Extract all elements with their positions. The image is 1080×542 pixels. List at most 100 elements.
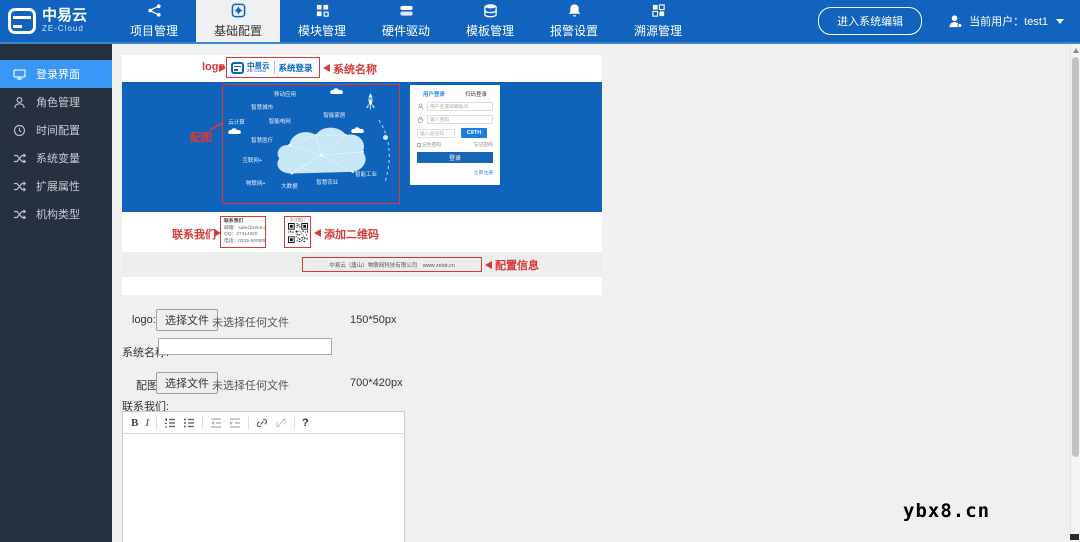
- system-name-input[interactable]: [158, 338, 332, 355]
- numbered-list-button[interactable]: [164, 417, 176, 429]
- preview-header: logo 中易云 ZE-Cloud 系统登录 系统名称: [122, 55, 602, 82]
- shuffle-icon: [13, 152, 26, 165]
- image-choose-file-button[interactable]: 选择文件: [156, 372, 218, 394]
- preview-tab-user-login: 用户登录: [423, 90, 445, 98]
- divider: [248, 416, 249, 429]
- planet-icon: [383, 135, 388, 140]
- scroll-up-arrow-icon[interactable]: [1073, 48, 1079, 53]
- preview-forgot-label: 忘记密码: [474, 141, 493, 148]
- indent-button[interactable]: [229, 417, 241, 429]
- preview-footer-box: 中易云（唐山）物联网科技有限公司 www.zeiot.cn: [302, 257, 482, 272]
- preview-captcha-field: 输入验证码: [417, 129, 455, 138]
- ze-cloud-logo-icon: [231, 62, 244, 74]
- nav-item-hardware[interactable]: 硬件驱动: [364, 0, 448, 42]
- preview-remember-label: 记住密码: [422, 143, 441, 148]
- preview-login-card: 用户登录 扫码登录 用户名或邮箱账号 输入密码 输入验证码 C9TH 记住密码 …: [410, 85, 500, 185]
- unlink-icon: [275, 417, 287, 429]
- nav-item-label: 溯源管理: [634, 22, 682, 39]
- divider: [156, 416, 157, 429]
- bullet-list-button[interactable]: [183, 417, 195, 429]
- arrow-right-icon: [219, 64, 226, 72]
- logo-choose-file-button[interactable]: 选择文件: [156, 309, 218, 331]
- nav-item-label: 硬件驱动: [382, 22, 430, 39]
- preview-brand-subtitle: ZE-Cloud: [247, 69, 270, 74]
- preview-logo-box: 中易云 ZE-Cloud 系统登录: [226, 57, 320, 78]
- annotation-image: 配图: [190, 129, 212, 145]
- current-user-menu[interactable]: 当前用户：test1: [948, 13, 1064, 29]
- banner-label: 智慧城市: [251, 103, 273, 111]
- sidebar-item-label: 扩展属性: [36, 178, 80, 194]
- current-user-label: 当前用户：test1: [969, 13, 1048, 29]
- sidebar-item-roles[interactable]: 角色管理: [0, 88, 112, 116]
- banner-label: 智能家居: [323, 111, 345, 119]
- ze-cloud-logo-icon: [8, 8, 36, 34]
- outdent-button[interactable]: [210, 417, 222, 429]
- banner-label: 大数据: [281, 182, 298, 190]
- preview-bottom-padding: [122, 277, 602, 295]
- nav-item-basic-config[interactable]: 基础配置: [196, 0, 280, 42]
- outdent-icon: [210, 417, 222, 429]
- contact-editor-content[interactable]: [123, 434, 404, 542]
- sidebar-item-label: 时间配置: [36, 122, 80, 138]
- enter-system-edit-button[interactable]: 进入系统编辑: [818, 7, 922, 35]
- image-size-hint: 700*420px: [350, 377, 403, 389]
- preview-system-title: 系统登录: [279, 62, 313, 74]
- preview-footer-strip: 中易云（唐山）物联网科技有限公司 www.zeiot.cn 配置信息: [122, 252, 602, 277]
- gear-icon: [231, 3, 246, 18]
- contact-box-line: QQ：27314920: [224, 232, 262, 239]
- logo-no-file-text: 未选择任何文件: [212, 314, 289, 330]
- sidebar-item-time-config[interactable]: 时间配置: [0, 116, 112, 144]
- scrollbar-thumb[interactable]: [1072, 57, 1079, 457]
- contact-box-line: 电话：0315-5000000: [224, 239, 262, 246]
- annotation-contact: 联系我们: [172, 226, 216, 242]
- banner-label: 物联网+: [246, 179, 266, 187]
- link-button[interactable]: [256, 417, 268, 429]
- logo-field-label: logo:: [132, 314, 156, 326]
- scrollbar[interactable]: [1070, 44, 1080, 542]
- watermark: ybx8.cn: [903, 500, 990, 522]
- bell-icon: [567, 3, 582, 18]
- link-icon: [256, 417, 268, 429]
- shuffle-icon: [13, 180, 26, 193]
- indent-icon: [229, 417, 241, 429]
- bold-button[interactable]: B: [131, 417, 138, 429]
- clock-icon: [13, 124, 26, 137]
- sidebar-item-org-types[interactable]: 机构类型: [0, 200, 112, 228]
- italic-button[interactable]: I: [145, 417, 149, 429]
- nav-item-trace[interactable]: 溯源管理: [616, 0, 700, 42]
- preview-contact-strip: 联系我们 联系我们 邮箱：sale@zeiot.cn QQ：27314920 电…: [122, 212, 602, 252]
- annotation-system-name: 系统名称: [333, 61, 377, 77]
- sidebar-item-extended-attrs[interactable]: 扩展属性: [0, 172, 112, 200]
- chevron-down-icon: [1056, 19, 1064, 24]
- annotation-qr: 添加二维码: [324, 226, 379, 242]
- nav-item-modules[interactable]: 模块管理: [280, 0, 364, 42]
- brand-title: 中易云: [42, 8, 87, 25]
- nav-item-project[interactable]: 项目管理: [112, 0, 196, 42]
- banner-label: 互联网+: [242, 156, 262, 164]
- sidebar-item-system-variables[interactable]: 系统变量: [0, 144, 112, 172]
- person-icon: [13, 96, 26, 109]
- annotation-config: 配置信息: [495, 257, 539, 273]
- unlink-button[interactable]: [275, 417, 287, 429]
- shuffle-icon: [13, 208, 26, 221]
- preview-login-button: 登录: [417, 152, 493, 163]
- preview-captcha-code: C9TH: [461, 128, 487, 138]
- image-no-file-text: 未选择任何文件: [212, 377, 289, 393]
- top-navbar: 中易云 ZE-Cloud 项目管理 基础配置 模块管理 硬件驱动 模板管理 报警…: [0, 0, 1080, 44]
- checkbox-icon: [417, 143, 421, 147]
- nav-item-label: 报警设置: [550, 22, 598, 39]
- rocket-icon: [364, 92, 377, 118]
- sidebar: 登录界面 角色管理 时间配置 系统变量 扩展属性 机构类型: [0, 44, 112, 542]
- sidebar-item-login-page[interactable]: 登录界面: [0, 60, 112, 88]
- divider: [202, 416, 203, 429]
- nav-item-templates[interactable]: 模板管理: [448, 0, 532, 42]
- help-button[interactable]: ?: [302, 417, 309, 429]
- nav-item-alarms[interactable]: 报警设置: [532, 0, 616, 42]
- qr-code: [288, 223, 308, 243]
- logo-size-hint: 150*50px: [350, 314, 397, 326]
- brand-logo: 中易云 ZE-Cloud: [0, 0, 112, 42]
- divider: [274, 61, 275, 74]
- preview-banner: 配图 移动应用 智慧城市 云计算 智能电网 智能家居 智慧医疗 互联网+ 物联网…: [122, 82, 602, 212]
- banner-illustration-box: 移动应用 智慧城市 云计算 智能电网 智能家居 智慧医疗 互联网+ 物联网+ 大…: [222, 84, 400, 204]
- divider: [294, 416, 295, 429]
